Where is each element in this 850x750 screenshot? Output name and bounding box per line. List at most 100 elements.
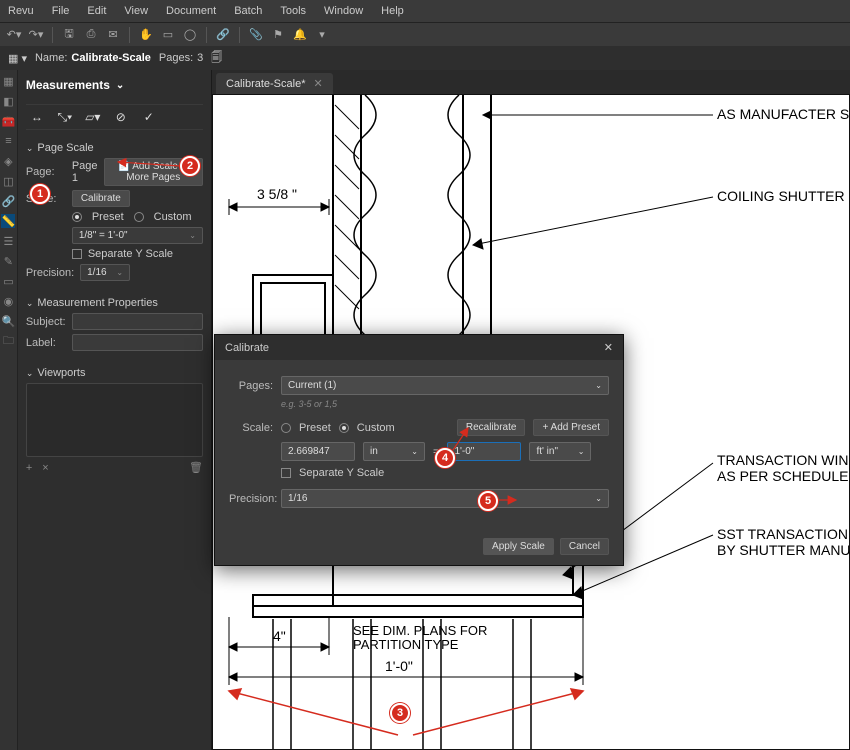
dim-top: 3 5/8 " [257,186,297,202]
viewports-header[interactable]: ⌄Viewports [26,367,203,379]
callout-5: 5 [478,491,498,511]
redo-icon[interactable]: ↷▾ [28,27,44,43]
bookmarks-icon[interactable]: ◧ [1,94,15,108]
page-nav-icon[interactable]: 🗐 [211,49,222,68]
add-viewport-button[interactable]: + [26,462,32,474]
precision-select[interactable]: 1/16⌄ [80,264,130,281]
explorer-icon[interactable]: 🗀 [1,334,15,348]
menu-file[interactable]: File [52,5,70,17]
length-icon[interactable]: ↔ [28,109,46,125]
trash-icon[interactable]: 🗑 [189,461,203,474]
measure-tool-row: ↔ ⤡▾ ▱▾ ⊘ ✓ [26,104,203,130]
link-icon[interactable]: 🔗 [215,27,231,43]
menu-edit[interactable]: Edit [87,5,106,17]
menu-bar: Revu File Edit View Document Batch Tools… [0,0,850,22]
sets-icon[interactable]: ▭ [1,274,15,288]
links-icon[interactable]: 🔗 [1,194,15,208]
recalibrate-button[interactable]: Recalibrate [457,419,526,436]
pages-count: 3 [197,52,203,64]
remove-viewport-button[interactable]: × [42,462,48,474]
scale-from-unit[interactable]: in⌄ [363,442,425,461]
menu-document[interactable]: Document [166,5,216,17]
note-sst-b: BY SHUTTER MANUF [717,542,849,558]
preset-radio[interactable] [72,212,82,222]
dim-note-b: PARTITION TYPE [353,637,459,652]
tab-calibrate-scale[interactable]: Calibrate-Scale*✕ [216,73,333,94]
thumbnail-toggle[interactable]: ▦ ▾ [8,52,27,65]
dlg-preset-radio[interactable] [281,423,291,433]
dlg-pages-hint: e.g. 3-5 or 1,5 [281,399,609,409]
dlg-precision-select[interactable]: 1/16⌄ [281,489,609,508]
viewports-list[interactable] [26,383,203,457]
measurement-properties-header[interactable]: ⌄Measurement Properties [26,297,203,309]
scale-to-unit[interactable]: ft' in"⌄ [529,442,591,461]
add-preset-button[interactable]: + Add Preset [533,419,609,436]
select-icon[interactable]: ▭ [160,27,176,43]
notify-icon[interactable]: 🔔 [292,27,308,43]
dlg-custom-radio[interactable] [339,423,349,433]
calibrate-dialog: Calibrate ✕ Pages: Current (1)⌄ e.g. 3-5… [214,334,624,566]
scale-to-value[interactable] [447,442,521,461]
dlg-pages-label: Pages: [229,380,273,392]
properties-icon[interactable]: ≡ [1,134,15,148]
toolchest-icon[interactable]: 🧰 [1,114,15,128]
scale-select[interactable]: 1/8" = 1'-0"⌄ [72,227,203,244]
diameter-icon[interactable]: ⊘ [112,109,130,125]
studio-icon[interactable]: ◉ [1,294,15,308]
thumbnails-icon[interactable]: ▦ [1,74,15,88]
page-scale-header[interactable]: ⌄Page Scale [26,142,203,154]
lasso-icon[interactable]: ◯ [182,27,198,43]
subject-label: Subject: [26,316,66,328]
menu-view[interactable]: View [124,5,148,17]
dialog-close-icon[interactable]: ✕ [604,341,613,354]
menu-batch[interactable]: Batch [234,5,262,17]
callout-3: 3 [390,703,410,723]
attach-icon[interactable]: 📎 [248,27,264,43]
note-coiling-shutter: COILING SHUTTER [717,188,845,204]
dlg-precision-label: Precision: [229,493,273,505]
label-field-label: Label: [26,337,66,349]
subject-input[interactable] [72,313,203,330]
page-value: Page 1 [72,160,98,184]
calibrate-button[interactable]: Calibrate [72,190,130,207]
undo-icon[interactable]: ↶▾ [6,27,22,43]
forms-icon[interactable]: ☰ [1,234,15,248]
dlg-separate-y-checkbox[interactable] [281,468,291,478]
search-icon[interactable]: 🔍 [1,314,15,328]
print-icon[interactable]: ⎙ [83,27,99,43]
hand-icon[interactable]: ✋ [138,27,154,43]
document-info-bar: ▦ ▾ Name: Calibrate-Scale Pages: 3 🗐 [0,46,850,70]
cancel-button[interactable]: Cancel [560,538,609,555]
area-icon[interactable]: ▱▾ [84,109,102,125]
measurements-tab-icon[interactable]: 📏 [1,214,15,228]
close-tab-icon[interactable]: ✕ [313,77,322,90]
label-input[interactable] [72,334,203,351]
note-manufacturer: AS MANUFACTER SP [717,106,849,122]
note-transaction-a: TRANSACTION WIND [717,452,849,468]
menu-revu[interactable]: Revu [8,5,34,17]
dlg-pages-select[interactable]: Current (1)⌄ [281,376,609,395]
signatures-icon[interactable]: ✎ [1,254,15,268]
document-tabs: Calibrate-Scale*✕ [212,70,850,94]
callout-4: 4 [435,448,455,468]
callout-2: 2 [180,156,200,176]
flag-icon[interactable]: ⚑ [270,27,286,43]
note-sst-a: SST TRANSACTION C [717,526,849,542]
separate-y-checkbox[interactable] [72,249,82,259]
menu-help[interactable]: Help [381,5,404,17]
apply-scale-button[interactable]: Apply Scale [483,538,554,555]
menu-window[interactable]: Window [324,5,363,17]
left-toolbar: ▦ ◧ 🧰 ≡ ◈ ◫ 🔗 📏 ☰ ✎ ▭ ◉ 🔍 🗀 [0,70,18,750]
standard-toolbar: ↶▾ ↷▾ 🖫 ⎙ ✉ ✋ ▭ ◯ 🔗 📎 ⚑ 🔔 ▾ [0,22,850,46]
polylength-icon[interactable]: ⤡▾ [56,109,74,125]
count-icon[interactable]: ✓ [140,109,158,125]
spaces-icon[interactable]: ◫ [1,174,15,188]
layers-icon[interactable]: ◈ [1,154,15,168]
panel-title[interactable]: Measurements⌄ [26,76,203,98]
save-icon[interactable]: 🖫 [61,27,77,43]
email-icon[interactable]: ✉ [105,27,121,43]
menu-tools[interactable]: Tools [280,5,306,17]
scale-from-value[interactable] [281,442,355,461]
more-icon[interactable]: ▾ [314,27,330,43]
custom-radio[interactable] [134,212,144,222]
